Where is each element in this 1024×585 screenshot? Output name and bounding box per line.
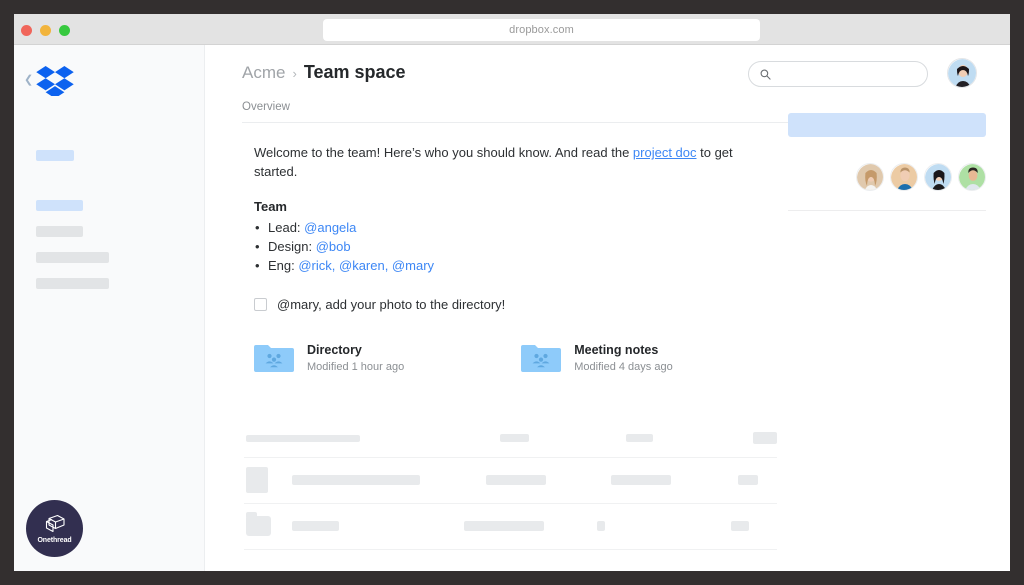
url-text: dropbox.com <box>509 24 574 36</box>
maximize-window-button[interactable] <box>59 25 70 36</box>
table-row[interactable] <box>244 504 777 550</box>
folder-modified: Modified 4 days ago <box>574 361 672 373</box>
sidebar-placeholder-list <box>36 150 176 289</box>
skeleton-cell <box>597 521 605 531</box>
skeleton-cell <box>731 521 749 531</box>
folder-meta: Directory Modified 1 hour ago <box>307 343 404 373</box>
list-item: Design: @bob <box>268 237 777 256</box>
main-area: Acme › Team space <box>205 45 1010 571</box>
folder-modified: Modified 1 hour ago <box>307 361 404 373</box>
skeleton-cell <box>753 432 777 444</box>
file-placeholder-icon <box>246 467 268 493</box>
document-body: Welcome to the team! Here’s who you shou… <box>242 123 777 550</box>
todo-checkbox[interactable] <box>254 298 267 311</box>
skeleton-cell <box>738 475 758 485</box>
team-list: Lead: @angela Design: @bob Eng: @rick, @… <box>242 218 777 276</box>
right-panel-placeholder-bar <box>788 113 986 137</box>
team-member-mention[interactable]: @rick, @karen, @mary <box>298 258 434 273</box>
member-avatar-3[interactable] <box>924 163 952 191</box>
breadcrumb-separator-icon: › <box>292 66 296 81</box>
folder-name: Meeting notes <box>574 343 672 357</box>
onethread-label: Onethread <box>37 537 71 544</box>
thread-spool-icon <box>43 514 67 536</box>
table-row[interactable] <box>244 420 777 458</box>
right-panel-divider <box>788 210 986 211</box>
dropbox-logo[interactable] <box>36 66 74 96</box>
project-doc-link[interactable]: project doc <box>633 145 697 160</box>
member-avatar-list <box>788 163 986 191</box>
breadcrumb: Acme › Team space <box>242 62 406 83</box>
shared-folder-icon <box>521 342 561 374</box>
table-row[interactable] <box>244 458 777 504</box>
avatar[interactable] <box>947 58 977 88</box>
folder-card-meeting-notes[interactable]: Meeting notes Modified 4 days ago <box>521 342 672 374</box>
tab-list: Overview <box>242 101 777 122</box>
search-input[interactable] <box>778 68 908 80</box>
close-window-button[interactable] <box>21 25 32 36</box>
todo-label: @mary, add your photo to the directory! <box>277 297 505 312</box>
tab-overview[interactable]: Overview <box>242 101 290 122</box>
search-bar[interactable] <box>748 61 928 87</box>
todo-item: @mary, add your photo to the directory! <box>242 297 777 312</box>
breadcrumb-parent[interactable]: Acme <box>242 63 285 83</box>
shared-folder-icon <box>254 342 294 374</box>
skeleton-cell <box>626 434 653 442</box>
window-controls <box>21 25 70 36</box>
folder-shortcut-list: Directory Modified 1 hour ago <box>242 342 777 374</box>
skeleton-cell <box>292 475 420 485</box>
chevron-left-icon[interactable]: ❮ <box>24 75 33 86</box>
document-column: Overview Welcome to the team! Here’s who… <box>205 101 777 550</box>
team-heading: Team <box>242 199 777 214</box>
sidebar-placeholder-item[interactable] <box>36 200 83 211</box>
app-topbar: Acme › Team space <box>205 45 1010 101</box>
folder-card-directory[interactable]: Directory Modified 1 hour ago <box>254 342 404 374</box>
page-title: Team space <box>304 62 406 83</box>
sidebar-placeholder-item[interactable] <box>36 150 74 161</box>
right-panel <box>777 101 1010 550</box>
welcome-paragraph: Welcome to the team! Here’s who you shou… <box>242 144 777 182</box>
content-row: Overview Welcome to the team! Here’s who… <box>205 101 1010 550</box>
member-avatar-1[interactable] <box>856 163 884 191</box>
left-sidebar: ❮ <box>14 45 205 571</box>
browser-window: dropbox.com ❮ <box>14 14 1010 571</box>
team-role-label: Eng: <box>268 258 298 273</box>
browser-titlebar: dropbox.com <box>14 14 1010 45</box>
search-icon <box>760 69 771 80</box>
skeleton-cell <box>486 475 546 485</box>
skeleton-cell <box>611 475 671 485</box>
skeleton-cell <box>292 521 339 531</box>
skeleton-cell <box>500 434 529 442</box>
team-role-label: Design: <box>268 239 316 254</box>
sidebar-placeholder-item[interactable] <box>36 252 109 263</box>
team-member-mention[interactable]: @bob <box>316 239 351 254</box>
sidebar-placeholder-item[interactable] <box>36 226 83 237</box>
list-item: Lead: @angela <box>268 218 777 237</box>
skeleton-cell <box>246 435 360 442</box>
skeleton-cell <box>464 521 544 531</box>
folder-name: Directory <box>307 343 404 357</box>
team-role-label: Lead: <box>268 220 304 235</box>
app-root: ❮ <box>14 45 1010 571</box>
team-member-mention[interactable]: @angela <box>304 220 356 235</box>
member-avatar-4[interactable] <box>958 163 986 191</box>
file-list-skeleton <box>242 420 777 550</box>
member-avatar-2[interactable] <box>890 163 918 191</box>
minimize-window-button[interactable] <box>40 25 51 36</box>
folder-placeholder-icon <box>246 516 271 536</box>
list-item: Eng: @rick, @karen, @mary <box>268 256 777 275</box>
welcome-text-before: Welcome to the team! Here’s who you shou… <box>254 145 633 160</box>
sidebar-placeholder-item[interactable] <box>36 278 109 289</box>
url-bar[interactable]: dropbox.com <box>323 19 760 41</box>
onethread-badge[interactable]: Onethread <box>26 500 83 557</box>
folder-meta: Meeting notes Modified 4 days ago <box>574 343 672 373</box>
